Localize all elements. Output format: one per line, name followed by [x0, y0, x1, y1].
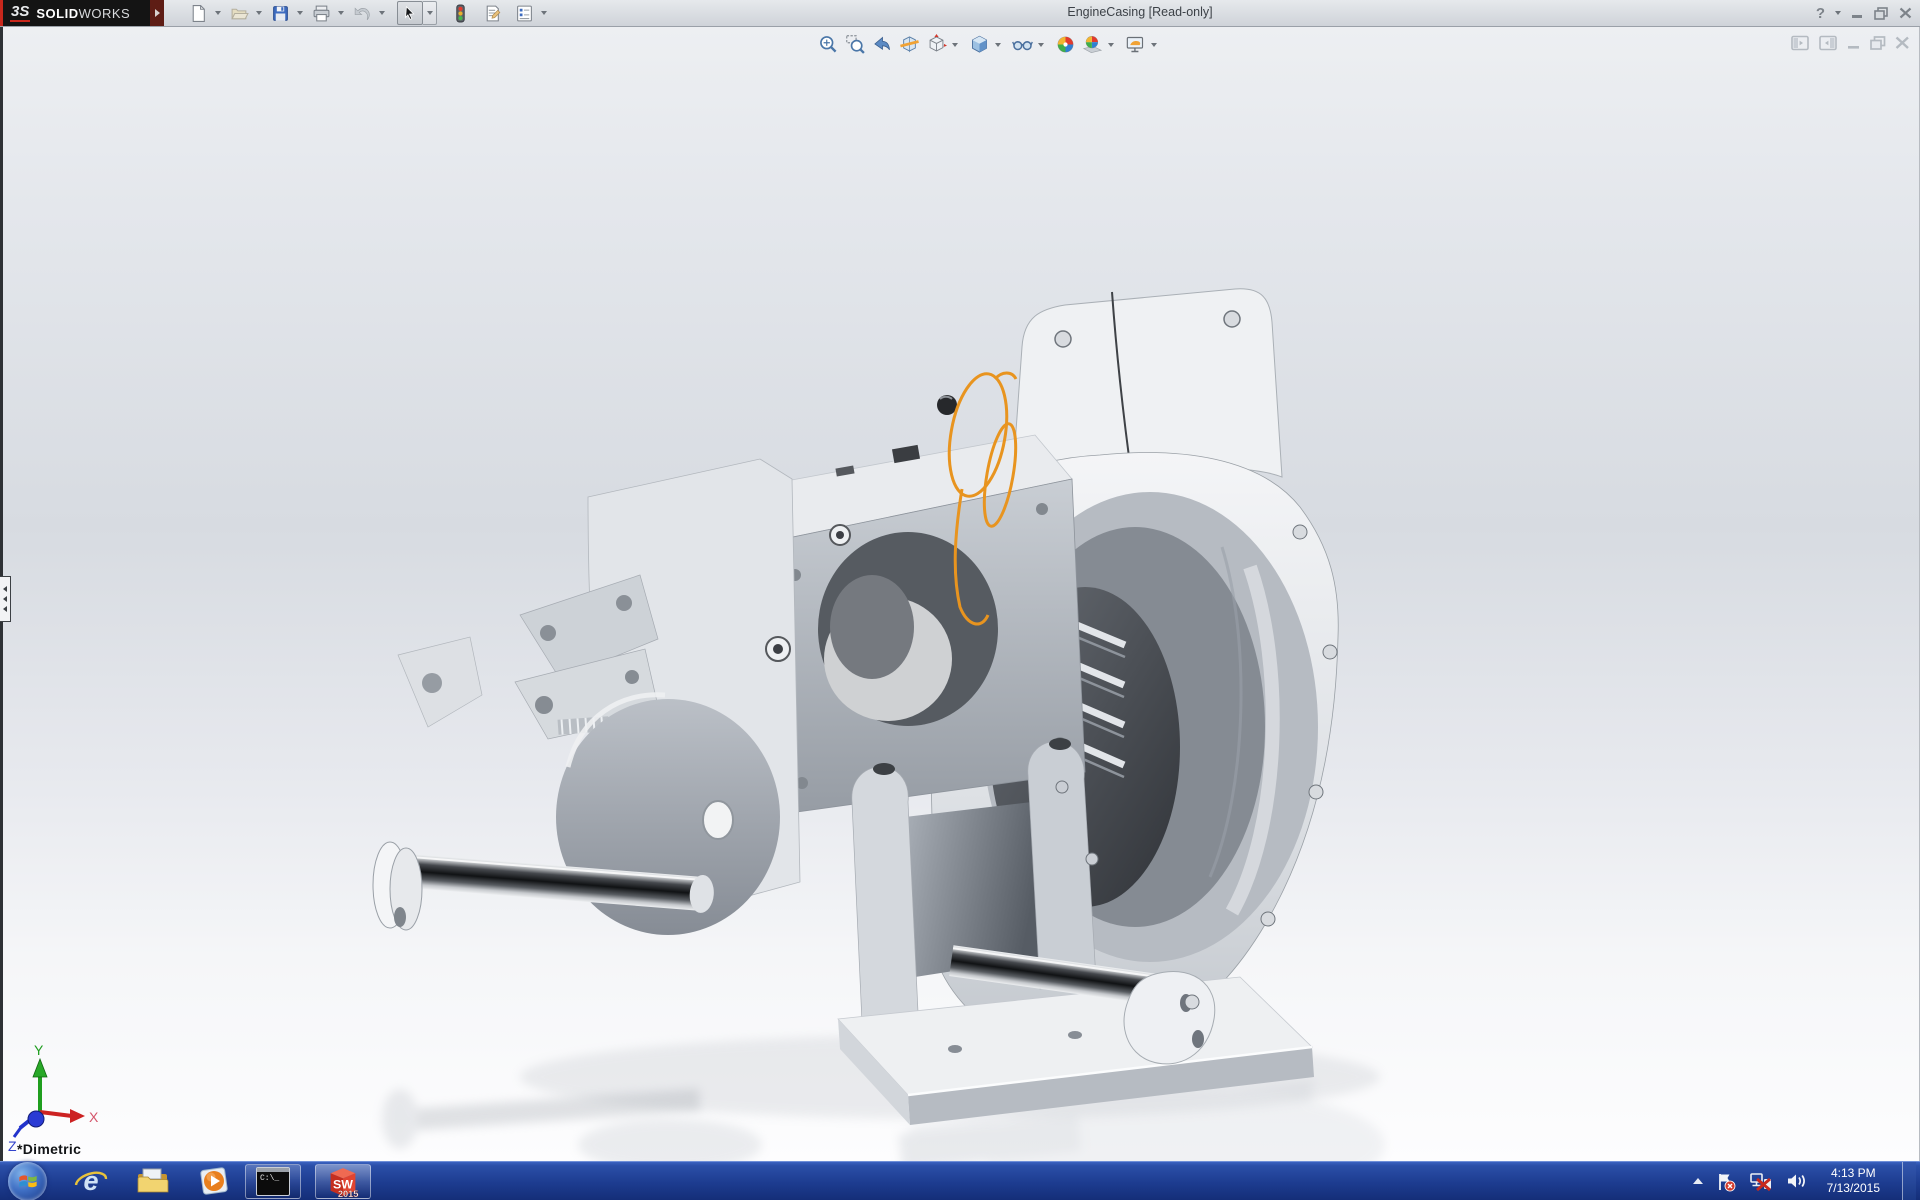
chevron-down-icon[interactable]: [297, 11, 303, 15]
clock-time: 4:13 PM: [1827, 1166, 1880, 1181]
chevron-down-icon: [427, 11, 433, 15]
chevron-down-icon[interactable]: [215, 11, 221, 15]
print-button[interactable]: [311, 2, 332, 24]
chevron-down-icon[interactable]: [1835, 11, 1841, 15]
help-button[interactable]: ?: [1816, 5, 1825, 22]
options-button[interactable]: [514, 2, 535, 24]
triad-z-label: Z: [8, 1138, 17, 1154]
show-hidden-icons-button[interactable]: [1693, 1178, 1703, 1184]
new-document-icon: [189, 4, 208, 23]
brand-name: SOLIDWORKS: [36, 6, 130, 21]
flyout-arrow-icon: [155, 9, 160, 17]
chevron-down-icon[interactable]: [338, 11, 344, 15]
open-folder-icon: [230, 4, 249, 23]
action-center-flag-icon[interactable]: [1715, 1171, 1737, 1192]
rebuild-stoplight-icon: [451, 4, 470, 23]
screen: 3S SOLIDWORKS: [0, 0, 1920, 1200]
cursor-icon: [402, 5, 418, 21]
file-properties-button[interactable]: [482, 2, 503, 24]
svg-text:2015: 2015: [338, 1188, 359, 1197]
select-dropdown-button[interactable]: [423, 1, 437, 25]
command-prompt-button[interactable]: C:\_: [245, 1164, 301, 1199]
3ds-compass-icon: 3S: [10, 5, 30, 22]
title-bar: 3S SOLIDWORKS: [0, 0, 1920, 27]
taskbar-clock[interactable]: 4:13 PM 7/13/2015: [1827, 1166, 1880, 1196]
triad-y-label: Y: [34, 1042, 44, 1058]
network-status-icon[interactable]: [1749, 1171, 1773, 1192]
engine-casing-model[interactable]: Y X Z: [0, 27, 1920, 1161]
logo-accent: [0, 0, 3, 26]
clock-date: 7/13/2015: [1827, 1181, 1880, 1196]
undo-icon: [353, 4, 372, 23]
triad-x-label: X: [89, 1109, 99, 1125]
restore-button[interactable]: [1874, 7, 1889, 20]
save-floppy-icon: [271, 4, 290, 23]
taskbar: e C:\_: [0, 1161, 1920, 1200]
window-title: EngineCasing [Read-only]: [950, 0, 1330, 25]
solidworks-logo: 3S SOLIDWORKS: [0, 0, 150, 26]
media-player-icon: [197, 1165, 231, 1197]
volume-icon[interactable]: [1785, 1171, 1809, 1191]
internet-explorer-button[interactable]: e: [73, 1164, 109, 1198]
close-button[interactable]: [1899, 7, 1912, 19]
command-prompt-icon: C:\_: [256, 1167, 290, 1196]
menu-flyout-button[interactable]: [150, 0, 164, 26]
print-icon: [312, 4, 331, 23]
start-button[interactable]: [8, 1162, 47, 1200]
windows-explorer-button[interactable]: [135, 1166, 171, 1196]
quick-access-toolbar: [188, 1, 552, 25]
undo-button[interactable]: [352, 2, 373, 24]
select-tool: [397, 1, 437, 25]
system-tray: 4:13 PM 7/13/2015: [1693, 1162, 1920, 1200]
orientation-triad: Y X Z: [8, 1042, 99, 1154]
rebuild-button[interactable]: [450, 2, 471, 24]
open-button[interactable]: [229, 2, 250, 24]
select-button[interactable]: [397, 1, 423, 25]
ie-orbit-icon: [73, 1164, 109, 1198]
chevron-down-icon[interactable]: [379, 11, 385, 15]
file-properties-icon: [483, 4, 502, 23]
front-shaft-flange[interactable]: [373, 842, 422, 930]
chevron-down-icon[interactable]: [541, 11, 547, 15]
window-controls: ?: [1816, 0, 1912, 26]
solidworks-taskbar-button[interactable]: SW 2015: [315, 1164, 371, 1199]
minimize-button[interactable]: [1851, 7, 1864, 19]
windows-flag-icon: [17, 1171, 39, 1191]
folder-icon: [135, 1166, 171, 1196]
show-desktop-button[interactable]: [1902, 1162, 1916, 1200]
solidworks-2015-icon: SW 2015: [325, 1165, 361, 1198]
save-button[interactable]: [270, 2, 291, 24]
chevron-down-icon[interactable]: [256, 11, 262, 15]
view-orientation-label: *Dimetric: [17, 1141, 81, 1157]
media-player-button[interactable]: [197, 1165, 231, 1197]
options-checklist-icon: [515, 4, 534, 23]
new-document-button[interactable]: [188, 2, 209, 24]
graphics-area[interactable]: Y X Z *Dimetric: [0, 27, 1920, 1161]
